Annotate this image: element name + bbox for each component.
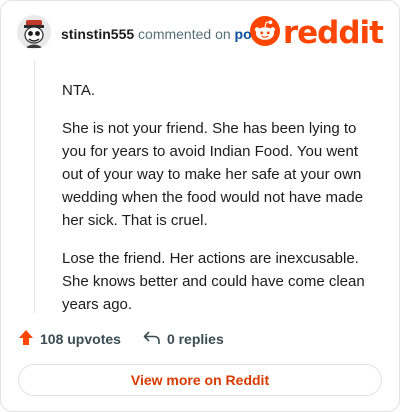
comment-paragraph: Lose the friend. Her actions are inexcus… — [62, 250, 365, 313]
upvote-button[interactable]: 108 upvotes — [18, 329, 121, 349]
comment-meta: stinstin555 commented on post — [61, 25, 264, 43]
reddit-snoo-icon — [249, 15, 280, 51]
upvote-arrow-icon — [18, 329, 40, 349]
upvotes-count: 108 upvotes — [40, 331, 121, 347]
thread-line — [34, 61, 35, 313]
comment-paragraph: NTA. — [62, 82, 96, 99]
comment-actions: 108 upvotes 0 replies — [18, 329, 224, 349]
replies-count: 0 replies — [166, 331, 224, 347]
comment-header: stinstin555 commented on post reddit — [17, 15, 384, 55]
reddit-wordmark: reddit — [282, 15, 384, 51]
embedded-comment-card: stinstin555 commented on post reddit NTA… — [0, 0, 400, 412]
commented-on-text: commented on — [138, 26, 231, 42]
username-link[interactable]: stinstin555 — [61, 26, 134, 42]
user-avatar[interactable] — [17, 15, 51, 49]
reddit-logo[interactable]: reddit — [249, 15, 384, 51]
replies-button[interactable]: 0 replies — [143, 330, 224, 349]
reply-arrow-icon — [143, 330, 167, 349]
view-more-button[interactable]: View more on Reddit — [18, 364, 382, 396]
comment-body: NTA. She is not your friend. She has bee… — [62, 79, 382, 331]
comment-paragraph: She is not your friend. She has been lyi… — [62, 120, 364, 229]
